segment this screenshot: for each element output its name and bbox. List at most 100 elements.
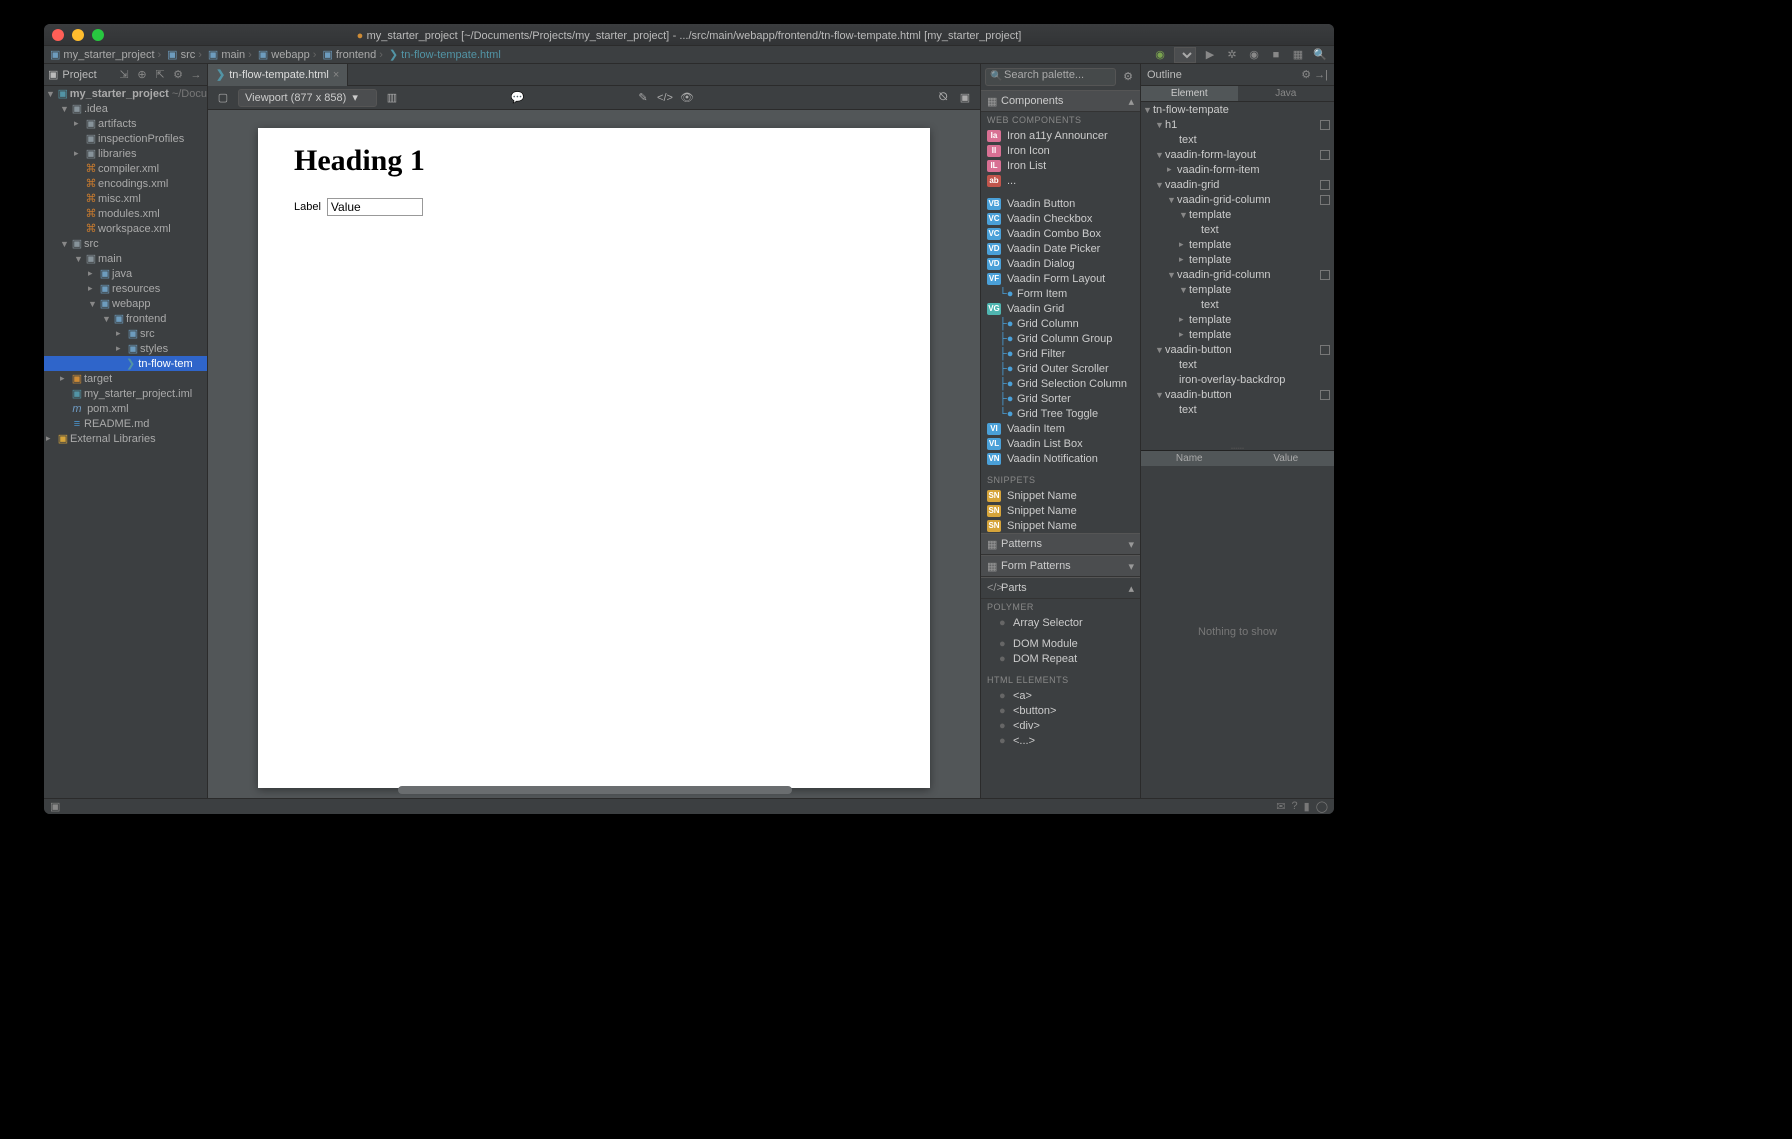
gear-icon[interactable]: ⚙ — [1301, 68, 1311, 81]
edit-icon[interactable]: ✎ — [634, 89, 652, 107]
split-icon[interactable]: ▥ — [383, 89, 401, 107]
part-dom-repeat[interactable]: ●DOM Repeat — [981, 651, 1140, 666]
section-components[interactable]: ▦Components▴ — [981, 90, 1140, 112]
target-icon[interactable]: ⊕ — [135, 68, 149, 82]
section-parts[interactable]: </>Parts▴ — [981, 577, 1140, 599]
subitem-form-item[interactable]: └●Form Item — [981, 286, 1140, 301]
item-vaadin-dialog[interactable]: VDVaadin Dialog — [981, 256, 1140, 271]
device-icon[interactable]: ▣ — [956, 89, 974, 107]
project-sidebar: ▣Project ⇲ ⊕ ⇱ ⚙ → ▼▣my_starter_project … — [44, 64, 208, 798]
notification-icon[interactable]: ✉ — [1276, 800, 1285, 813]
subitem-grid-sorter[interactable]: ├●Grid Sorter — [981, 391, 1140, 406]
collapse-icon[interactable]: →| — [1314, 69, 1328, 81]
preview-input[interactable] — [327, 198, 423, 216]
properties-empty: Nothing to show — [1141, 466, 1334, 798]
item-iron-list[interactable]: ILIron List — [981, 158, 1140, 173]
viewport-select[interactable]: Viewport (877 x 858) ▾ — [238, 89, 377, 107]
search-icon[interactable]: 🔍 — [1312, 47, 1328, 63]
outline-header[interactable]: Outline ⚙ →| — [1141, 64, 1334, 86]
close-tab-icon[interactable]: × — [333, 69, 339, 81]
editor-tabs: ❯ tn-flow-tempate.html × — [208, 64, 980, 86]
part-div[interactable]: ●<div> — [981, 718, 1140, 733]
tab-element[interactable]: Element — [1141, 86, 1238, 101]
subitem-grid-column[interactable]: ├●Grid Column — [981, 316, 1140, 331]
horizontal-scrollbar[interactable] — [398, 786, 792, 794]
collapse-icon[interactable]: ⇲ — [117, 68, 131, 82]
comment-icon[interactable]: 💬 — [508, 89, 526, 107]
item-vaadin-item[interactable]: VIVaadin Item — [981, 421, 1140, 436]
debug-icon[interactable]: ✲ — [1224, 47, 1240, 63]
outline-panel: Outline ⚙ →| Element Java ▼tn-flow-tempa… — [1140, 64, 1334, 798]
viewport-toolbar: ▢ Viewport (877 x 858) ▾ ▥ 💬 ✎ </> 👁 ⦰ ▣ — [208, 86, 980, 110]
palette-gear-icon[interactable]: ⚙ — [1120, 68, 1136, 84]
subitem-grid-filter[interactable]: ├●Grid Filter — [981, 346, 1140, 361]
item-ellipsis[interactable]: ab... — [981, 173, 1140, 188]
help-icon[interactable]: ? — [1292, 800, 1298, 813]
section-form-patterns[interactable]: ▦Form Patterns▾ — [981, 555, 1140, 577]
item-vaadin-form[interactable]: VFVaadin Form Layout — [981, 271, 1140, 286]
components-body[interactable]: WEB COMPONENTS IaIron a11y Announcer III… — [981, 112, 1140, 533]
part-button[interactable]: ●<button> — [981, 703, 1140, 718]
parts-body[interactable]: POLYMER ●Array Selector ●DOM Module ●DOM… — [981, 599, 1140, 748]
crumb-project[interactable]: ▣my_starter_project› — [50, 48, 161, 61]
ide-window: ● my_starter_project [~/Documents/Projec… — [44, 24, 1334, 814]
item-vaadin-checkbox[interactable]: VCVaadin Checkbox — [981, 211, 1140, 226]
crumb-main[interactable]: ▣main› — [208, 48, 252, 61]
part-a[interactable]: ●<a> — [981, 688, 1140, 703]
preview-icon[interactable]: 👁 — [678, 89, 696, 107]
project-header[interactable]: ▣Project ⇲ ⊕ ⇱ ⚙ → — [44, 64, 207, 86]
titlebar: ● my_starter_project [~/Documents/Projec… — [44, 24, 1334, 46]
stop-icon[interactable]: ■ — [1268, 47, 1284, 63]
outline-tree[interactable]: ▼tn-flow-tempate ▼h1 text ▼vaadin-form-l… — [1141, 102, 1334, 446]
item-vaadin-button[interactable]: VBVaadin Button — [981, 196, 1140, 211]
gear-icon[interactable]: ⚙ — [171, 68, 185, 82]
item-vaadin-combo[interactable]: VCVaadin Combo Box — [981, 226, 1140, 241]
subitem-grid-sel[interactable]: ├●Grid Selection Column — [981, 376, 1140, 391]
item-iron-icon[interactable]: IIIron Icon — [981, 143, 1140, 158]
item-iron-a11y[interactable]: IaIron a11y Announcer — [981, 128, 1140, 143]
section-patterns[interactable]: ▦Patterns▾ — [981, 533, 1140, 555]
code-icon[interactable]: </> — [656, 89, 674, 107]
crumb-file[interactable]: ❯ tn-flow-tempate.html — [389, 48, 501, 61]
subitem-grid-tree[interactable]: └●Grid Tree Toggle — [981, 406, 1140, 421]
item-vaadin-list[interactable]: VLVaadin List Box — [981, 436, 1140, 451]
part-more[interactable]: ●<...> — [981, 733, 1140, 748]
crumb-src[interactable]: ▣src› — [167, 48, 202, 61]
part-array-selector[interactable]: ●Array Selector — [981, 615, 1140, 630]
item-snippet-2[interactable]: SNSnippet Name — [981, 503, 1140, 518]
warning-icon[interactable]: ▮ — [1304, 800, 1310, 813]
palette-search[interactable]: Search palette... — [985, 68, 1116, 86]
subitem-grid-column-group[interactable]: ├●Grid Column Group — [981, 331, 1140, 346]
item-vaadin-grid[interactable]: VGVaadin Grid — [981, 301, 1140, 316]
coverage-icon[interactable]: ◉ — [1246, 47, 1262, 63]
design-canvas[interactable]: Heading 1 Label — [258, 128, 930, 788]
palette-panel: Search palette... ⚙ ▦Components▴ WEB COM… — [980, 64, 1140, 798]
tab-tn-flow[interactable]: ❯ tn-flow-tempate.html × — [208, 64, 348, 86]
editor-area: ❯ tn-flow-tempate.html × ▢ Viewport (877… — [208, 64, 980, 798]
frame-icon[interactable]: ▢ — [214, 89, 232, 107]
statusbar: ▣ ✉ ? ▮ ◯ — [44, 798, 1334, 814]
expand-icon[interactable]: ⇱ — [153, 68, 167, 82]
item-vaadin-date[interactable]: VDVaadin Date Picker — [981, 241, 1140, 256]
crumb-webapp[interactable]: ▣webapp› — [258, 48, 317, 61]
event-icon[interactable]: ◯ — [1316, 800, 1328, 813]
item-snippet-3[interactable]: SNSnippet Name — [981, 518, 1140, 533]
item-vaadin-notif[interactable]: VNVaadin Notification — [981, 451, 1140, 466]
canvas-wrap[interactable]: Heading 1 Label — [208, 110, 980, 798]
hide-icon[interactable]: → — [189, 68, 203, 82]
part-dom-module[interactable]: ●DOM Module — [981, 636, 1140, 651]
compass-icon[interactable]: ◉ — [1152, 47, 1168, 63]
item-snippet-1[interactable]: SNSnippet Name — [981, 488, 1140, 503]
run-icon[interactable]: ▶ — [1202, 47, 1218, 63]
tab-java[interactable]: Java — [1238, 86, 1335, 101]
run-config-select[interactable] — [1174, 47, 1196, 63]
layout-icon[interactable]: ▦ — [1290, 47, 1306, 63]
project-tree[interactable]: ▼▣my_starter_project ~/Docu ▼▣.idea ▸▣ar… — [44, 86, 207, 798]
visibility-icon[interactable]: ⦰ — [934, 89, 952, 107]
subitem-grid-outer[interactable]: ├●Grid Outer Scroller — [981, 361, 1140, 376]
crumb-frontend[interactable]: ▣frontend› — [322, 48, 382, 61]
window-title: ● my_starter_project [~/Documents/Projec… — [44, 28, 1334, 42]
preview-label: Label — [294, 201, 321, 213]
tool-window-icon[interactable]: ▣ — [50, 800, 60, 813]
selected-file[interactable]: ❯ tn-flow-tem — [44, 356, 207, 371]
